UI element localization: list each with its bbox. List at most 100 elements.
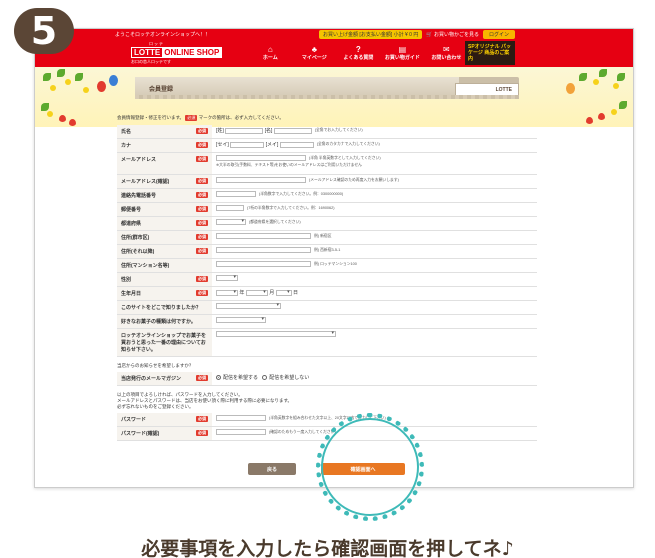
row-kana: カナ 必須 [セイ] [メイ] (全角のカタカナで入力してください) [117,138,537,154]
top-strip: ようこそロッテオンラインショップへ！！ お買い上げ金額 [お支払い金額] 小計 … [35,29,633,39]
label-building: 住所(マンション名等) [121,263,170,270]
nav-contact-label: お問い合わせ [431,55,462,61]
leaf-icon [619,101,627,109]
strawberry-icon [586,117,593,124]
first-name-input[interactable] [273,127,312,134]
title-stripe [135,95,519,99]
label-favorite-sweets: 好きなお菓子の種類は何ですか。 [121,319,196,326]
password-confirm-input[interactable] [216,429,266,436]
highlight-circle-inner [321,418,419,516]
contact-icon: ✉ [442,45,450,54]
balloon-icon [97,81,106,92]
email-input[interactable] [216,155,306,162]
cart-total: お買い上げ金額 [お支払い金額] 小計 ¥ 0 円 [319,29,423,39]
leaf-icon [599,69,607,77]
nav-faq[interactable]: ? よくある質問 [336,45,380,61]
password-input[interactable] [216,415,266,422]
label-phone: 連絡先電話番号 [121,193,157,200]
label-zip: 郵便番号 [121,207,142,214]
flower-icon [593,79,599,85]
required-badge: 必須 [196,290,208,297]
nav-contact[interactable]: ✉ お問い合わせ [424,45,468,61]
row-birthday: 生年月日 必須 年 月 日 [117,286,537,302]
label-city: 住所(群市区) [121,235,150,242]
site-logo[interactable]: ロッテ LOTTE ONLINE SHOP お口の恋人ロッテです [131,41,223,65]
favorite-sweets-select[interactable] [216,316,266,324]
label-email-confirm: メールアドレス(確認) [121,179,170,186]
city-input[interactable] [216,233,311,240]
cart-icon: 🛒 [426,31,433,38]
name-note: (全角でお入力してください) [314,128,363,133]
nav-guide[interactable]: ▤ お買い物ガイド [380,45,424,61]
birth-month-select[interactable] [245,289,268,296]
row-prefecture: 都道府県 必須 (都道府県を選択してください) [117,216,537,232]
birth-day-select[interactable] [275,289,292,296]
cart-link[interactable]: 🛒 お買い物かごを見る [426,31,479,38]
label-birthday: 生年月日 [121,291,142,298]
row-password: パスワード 必須 (半角英数字を組み合わせた文字以上、20文字以内で入力して下さい… [117,413,537,428]
street-input[interactable] [216,247,311,254]
building-note: 例) ロッテマンション100 [314,261,357,266]
mailmag-yes-radio[interactable] [216,375,221,381]
flower-icon [613,83,619,89]
leaf-icon [75,73,83,81]
last-name-input[interactable] [225,127,264,134]
phone-input[interactable] [216,191,256,198]
required-badge: 必須 [196,128,208,135]
member-form-table: 氏名 必須 [姓] [名] (全角でお入力してください) カナ 必須 [セイ] [メ… [117,125,537,358]
flower-icon [50,85,56,91]
main-nav: ⌂ ホーム ♣ マイページ ? よくある質問 ▤ お買い物ガイド ✉ お問い合わせ [248,45,468,61]
welcome-text: ようこそロッテオンラインショップへ！！ [115,31,211,38]
reason-select[interactable] [216,330,336,338]
phone-note: (半角数字で入力してください。例：0300000000) [259,191,344,196]
mail-question: 当店からのお知らせを希望しますか？ [117,363,194,369]
login-button[interactable]: ログイン [482,29,515,39]
flower-icon [47,111,53,117]
label-gender: 性別 [121,277,132,284]
city-note: 例) 新宿区 [314,233,332,238]
balloon-icon [109,75,118,86]
label-name-text: 氏名 [121,129,132,136]
email-subnote: ※大半の取引(手数料、テキスト等)をお使いのメールアドレスはご利用いただけません [216,162,362,167]
nav-home[interactable]: ⌂ ホーム [248,45,292,61]
prefecture-select[interactable] [216,218,246,226]
flower-icon [83,87,89,93]
instruction-caption: 必要事項を入力したら確認画面を押してネ♪ [141,538,514,558]
birth-year-select[interactable] [216,289,238,296]
back-button[interactable]: 戻る [248,463,296,475]
mailmag-no-radio[interactable] [262,375,268,381]
mailmag-table: 当店発行のメールマガジン 必須 配信を希望する 配信を希望しない [117,372,537,387]
row-favorite-sweets: 好きなお菓子の種類は何ですか。 [117,314,537,330]
label-kana: カナ [121,143,132,150]
required-badge: 必須 [196,142,208,149]
last-kana-input[interactable] [230,141,265,148]
flower-icon [611,109,617,115]
balloon-icon [566,83,575,94]
row-name: 氏名 必須 [姓] [名] (全角でお入力してください) [117,125,537,140]
intro-text-after: マークの箇所は、必ず入力してください。 [198,115,284,121]
strawberry-icon [598,113,605,120]
step-number-badge: 5 [14,8,74,54]
required-badge: 必須 [196,206,208,213]
first-kana-input[interactable] [279,141,314,148]
row-phone: 連絡先電話番号 必須 (半角数字で入力してください。例：0300000000) [117,188,537,204]
zip-input[interactable] [216,205,244,212]
source-select[interactable] [216,302,281,310]
gender-select[interactable] [216,274,238,282]
building-input[interactable] [216,261,311,268]
zip-note: (7桁の半角数字で入力してください。例：1690062) [247,205,335,210]
nav-mypage[interactable]: ♣ マイページ [292,45,336,61]
row-source: このサイトをどこで知りましたか？ [117,300,537,316]
password-confirm-note: (確認のためもう一度入力してください) [269,429,336,434]
label-street: 住所(それ以降) [121,249,155,256]
email-confirm-input[interactable] [216,177,306,184]
password-intro: 以上の項目でよろしければ、パスワードを入力してください。 メールアドレスとパスワ… [117,392,537,410]
required-badge: 必須 [196,234,208,241]
row-zip: 郵便番号 必須 (7桁の半角数字で入力してください。例：1690062) [117,202,537,218]
page-title-bar: 会員登録 LOTTE [135,77,519,99]
required-badge: 必須 [196,192,208,199]
sp-package-banner[interactable]: SPオリジナル パッケージ 商品のご案内 [465,41,515,65]
nav-mypage-label: マイページ [301,55,327,61]
email-note: (半角 半角英数字として入力してください) [309,155,381,160]
required-badge: 必須 [196,375,208,382]
